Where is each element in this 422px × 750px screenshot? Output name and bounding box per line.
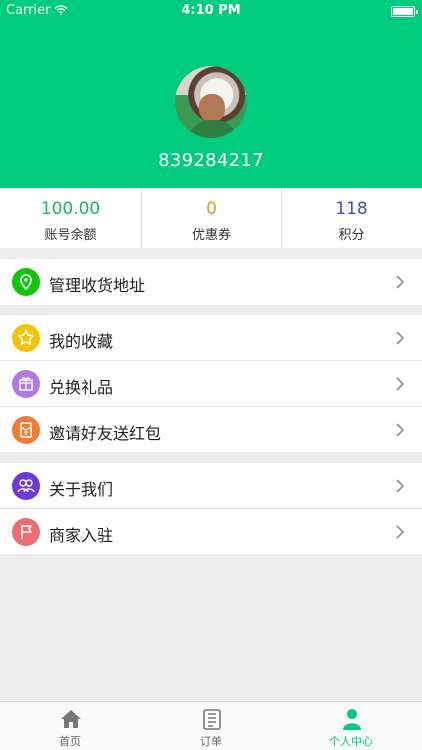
battery-icon xyxy=(391,6,418,17)
coupon-label: 优惠券 xyxy=(191,228,231,243)
document-icon xyxy=(203,709,221,730)
balance-value: 100.00 xyxy=(40,199,101,219)
coupon-stat[interactable]: 0 优惠券 xyxy=(141,188,282,248)
chevron-right-icon xyxy=(396,423,405,437)
menu-item-gifts[interactable]: 兑换礼品 xyxy=(0,361,422,407)
tab-label-orders: 订单 xyxy=(200,735,222,748)
avatar-face-image xyxy=(199,94,225,122)
menu-item-about[interactable]: 关于我们 xyxy=(0,463,422,509)
tab-home[interactable]: 首页 xyxy=(0,702,140,750)
points-value: 118 xyxy=(335,199,368,219)
menu-item-favorites[interactable]: 我的收藏 xyxy=(0,315,422,361)
chevron-right-icon xyxy=(396,479,405,493)
points-stat[interactable]: 118 积分 xyxy=(281,188,422,248)
profile-header: Carrier 4:10 PM 839284217 xyxy=(0,0,422,188)
menu-item-merchant[interactable]: 商家入驻 xyxy=(0,509,422,555)
menu-label-favorites: 我的收藏 xyxy=(49,332,114,351)
balance-label: 账号余额 xyxy=(44,228,97,243)
menu-label-address: 管理收货地址 xyxy=(49,276,146,295)
avatar-shirt-image xyxy=(187,120,239,138)
gift-icon xyxy=(12,370,40,398)
people-icon xyxy=(12,472,40,500)
home-icon xyxy=(61,710,81,728)
tab-label-profile: 个人中心 xyxy=(329,735,373,748)
menu-item-address[interactable]: 管理收货地址 xyxy=(0,259,422,305)
user-id: 839284217 xyxy=(158,150,264,171)
info-section: 关于我们 商家入驻 xyxy=(0,463,422,554)
menu-label-merchant: 商家入驻 xyxy=(49,526,114,545)
clock: 4:10 PM xyxy=(181,3,241,18)
person-icon xyxy=(343,709,361,730)
coupon-value: 0 xyxy=(206,199,217,219)
chevron-right-icon xyxy=(396,377,405,391)
activity-section: 我的收藏 兑换礼品 邀请好友送红包 xyxy=(0,315,422,452)
location-pin-icon xyxy=(12,268,40,296)
chevron-right-icon xyxy=(396,525,405,539)
menu-item-invite[interactable]: 邀请好友送红包 xyxy=(0,407,422,453)
status-bar: Carrier 4:10 PM xyxy=(0,0,422,22)
flag-icon xyxy=(12,518,40,546)
avatar[interactable] xyxy=(175,66,247,138)
tab-label-home: 首页 xyxy=(59,735,81,748)
chevron-right-icon xyxy=(396,331,405,345)
tab-orders[interactable]: 订单 xyxy=(141,702,281,750)
account-stats: 100.00 账号余额 0 优惠券 118 积分 xyxy=(0,188,422,248)
points-label: 积分 xyxy=(338,228,365,243)
tab-bar: 首页 订单 个人中心 xyxy=(0,701,422,750)
red-envelope-icon xyxy=(12,416,40,444)
address-section: 管理收货地址 xyxy=(0,259,422,305)
star-icon xyxy=(12,324,40,352)
chevron-right-icon xyxy=(396,275,405,289)
menu-label-invite: 邀请好友送红包 xyxy=(49,424,162,443)
menu-label-about: 关于我们 xyxy=(49,480,114,499)
tab-profile[interactable]: 个人中心 xyxy=(281,702,421,750)
menu-label-gifts: 兑换礼品 xyxy=(49,378,114,397)
balance-stat[interactable]: 100.00 账号余额 xyxy=(0,188,141,248)
